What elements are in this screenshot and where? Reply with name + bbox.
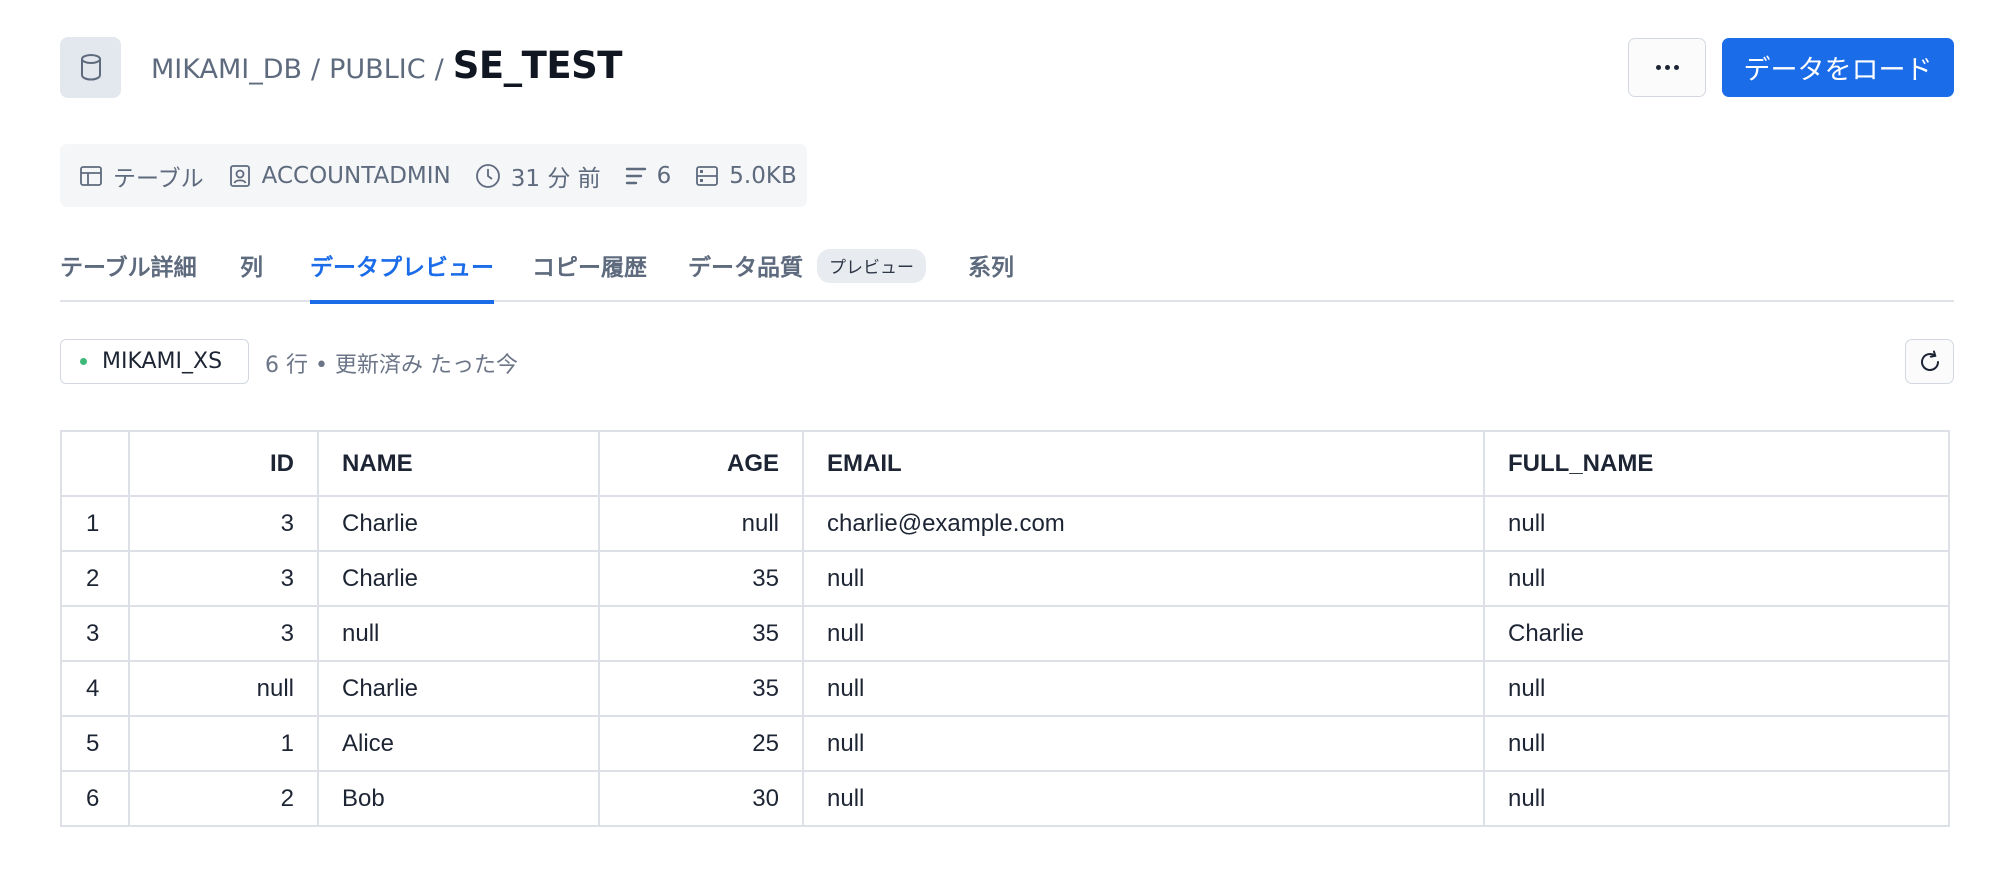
tab-table-details[interactable]: テーブル詳細 — [60, 248, 197, 300]
table-header-row: ID NAME AGE EMAIL FULL_NAME — [60, 430, 1950, 497]
row-number-cell: 3 — [60, 605, 130, 662]
id-cell[interactable]: 1 — [128, 715, 319, 772]
email-cell[interactable]: null — [802, 605, 1485, 662]
id-cell[interactable]: null — [128, 660, 319, 717]
data-preview-table: ID NAME AGE EMAIL FULL_NAME 1 3 Charlie … — [60, 430, 1950, 827]
age-cell[interactable]: 25 — [598, 715, 804, 772]
meta-size-label: 5.0KB — [729, 162, 797, 189]
tab-lineage[interactable]: 系列 — [968, 248, 1014, 300]
row-number-cell: 1 — [60, 495, 130, 552]
column-header-full-name[interactable]: FULL_NAME — [1483, 430, 1950, 497]
user-icon — [229, 164, 250, 187]
tab-data-quality-label: データ品質 — [688, 255, 803, 281]
id-cell[interactable]: 3 — [128, 495, 319, 552]
breadcrumb-separator: / — [311, 54, 321, 85]
breadcrumb-database[interactable]: MIKAMI_DB — [151, 54, 302, 85]
age-cell[interactable]: 30 — [598, 770, 804, 827]
warehouse-name: MIKAMI_XS — [102, 349, 223, 374]
tab-data-quality[interactable]: データ品質 プレビュー — [688, 248, 926, 300]
refresh-button[interactable] — [1905, 339, 1954, 384]
age-cell[interactable]: 35 — [598, 550, 804, 607]
column-header-name[interactable]: NAME — [317, 430, 600, 497]
meta-owner-label: ACCOUNTADMIN — [261, 162, 451, 189]
table-detail-page: MIKAMI_DB / PUBLIC / SE_TEST データをロード テーブ… — [0, 0, 2000, 876]
table-row: 5 1 Alice 25 null null — [60, 715, 1950, 772]
table-row: 4 null Charlie 35 null null — [60, 660, 1950, 717]
full-name-cell[interactable]: null — [1483, 715, 1950, 772]
rows-icon — [625, 167, 646, 184]
status-dot-icon — [80, 358, 87, 365]
row-status-text: 6 行 • 更新済み たった今 — [265, 353, 518, 378]
name-cell[interactable]: Charlie — [317, 495, 600, 552]
breadcrumb: MIKAMI_DB / PUBLIC / SE_TEST — [151, 44, 623, 92]
tab-columns[interactable]: 列 — [240, 248, 263, 300]
tab-copy-history[interactable]: コピー履歴 — [532, 248, 647, 300]
table-row: 3 3 null 35 null Charlie — [60, 605, 1950, 662]
name-cell[interactable]: Charlie — [317, 550, 600, 607]
table-row: 2 3 Charlie 35 null null — [60, 550, 1950, 607]
meta-updated: 31 分 前 — [475, 159, 601, 193]
breadcrumb-schema[interactable]: PUBLIC — [329, 54, 425, 85]
email-cell[interactable]: charlie@example.com — [802, 495, 1485, 552]
meta-type-label: テーブル — [113, 165, 204, 192]
table-row: 1 3 Charlie null charlie@example.com nul… — [60, 495, 1950, 552]
storage-icon — [696, 165, 719, 186]
meta-rows-label: 6 — [656, 162, 672, 189]
meta-type: テーブル — [79, 159, 204, 193]
full-name-cell[interactable]: null — [1483, 495, 1950, 552]
age-cell[interactable]: 35 — [598, 660, 804, 717]
email-cell[interactable]: null — [802, 660, 1485, 717]
name-cell[interactable]: null — [317, 605, 600, 662]
breadcrumb-separator: / — [434, 54, 444, 85]
table-icon — [80, 165, 102, 186]
clock-icon — [475, 163, 500, 188]
page-title: SE_TEST — [452, 44, 623, 87]
table-row: 6 2 Bob 30 null null — [60, 770, 1950, 827]
id-cell[interactable]: 3 — [128, 605, 319, 662]
id-cell[interactable]: 3 — [128, 550, 319, 607]
meta-rows: 6 — [625, 162, 672, 189]
warehouse-selector[interactable]: MIKAMI_XS — [60, 339, 249, 384]
email-cell[interactable]: null — [802, 550, 1485, 607]
email-cell[interactable]: null — [802, 770, 1485, 827]
column-header-email[interactable]: EMAIL — [802, 430, 1485, 497]
name-cell[interactable]: Bob — [317, 770, 600, 827]
meta-owner: ACCOUNTADMIN — [228, 163, 451, 189]
age-cell[interactable]: null — [598, 495, 804, 552]
full-name-cell[interactable]: null — [1483, 770, 1950, 827]
row-number-cell: 4 — [60, 660, 130, 717]
id-cell[interactable]: 2 — [128, 770, 319, 827]
preview-badge: プレビュー — [817, 249, 926, 283]
database-icon — [60, 37, 121, 98]
ellipsis-icon — [1655, 65, 1679, 70]
column-header-age[interactable]: AGE — [598, 430, 804, 497]
full-name-cell[interactable]: Charlie — [1483, 605, 1950, 662]
meta-size: 5.0KB — [695, 162, 797, 189]
more-actions-button[interactable] — [1628, 38, 1706, 97]
age-cell[interactable]: 35 — [598, 605, 804, 662]
column-header-rownum — [60, 430, 130, 497]
full-name-cell[interactable]: null — [1483, 550, 1950, 607]
row-number-cell: 2 — [60, 550, 130, 607]
name-cell[interactable]: Charlie — [317, 660, 600, 717]
meta-updated-label: 31 分 前 — [510, 165, 601, 192]
load-data-button[interactable]: データをロード — [1722, 38, 1954, 97]
full-name-cell[interactable]: null — [1483, 660, 1950, 717]
column-header-id[interactable]: ID — [128, 430, 319, 497]
name-cell[interactable]: Alice — [317, 715, 600, 772]
row-number-cell: 6 — [60, 770, 130, 827]
tab-bar: テーブル詳細 列 データプレビュー コピー履歴 データ品質 プレビュー 系列 — [60, 240, 1954, 304]
table-meta-bar: テーブル ACCOUNTADMIN 31 分 前 6 5.0KB — [60, 144, 807, 207]
tab-data-preview[interactable]: データプレビュー — [310, 248, 494, 304]
email-cell[interactable]: null — [802, 715, 1485, 772]
refresh-icon — [1920, 350, 1939, 371]
row-number-cell: 5 — [60, 715, 130, 772]
